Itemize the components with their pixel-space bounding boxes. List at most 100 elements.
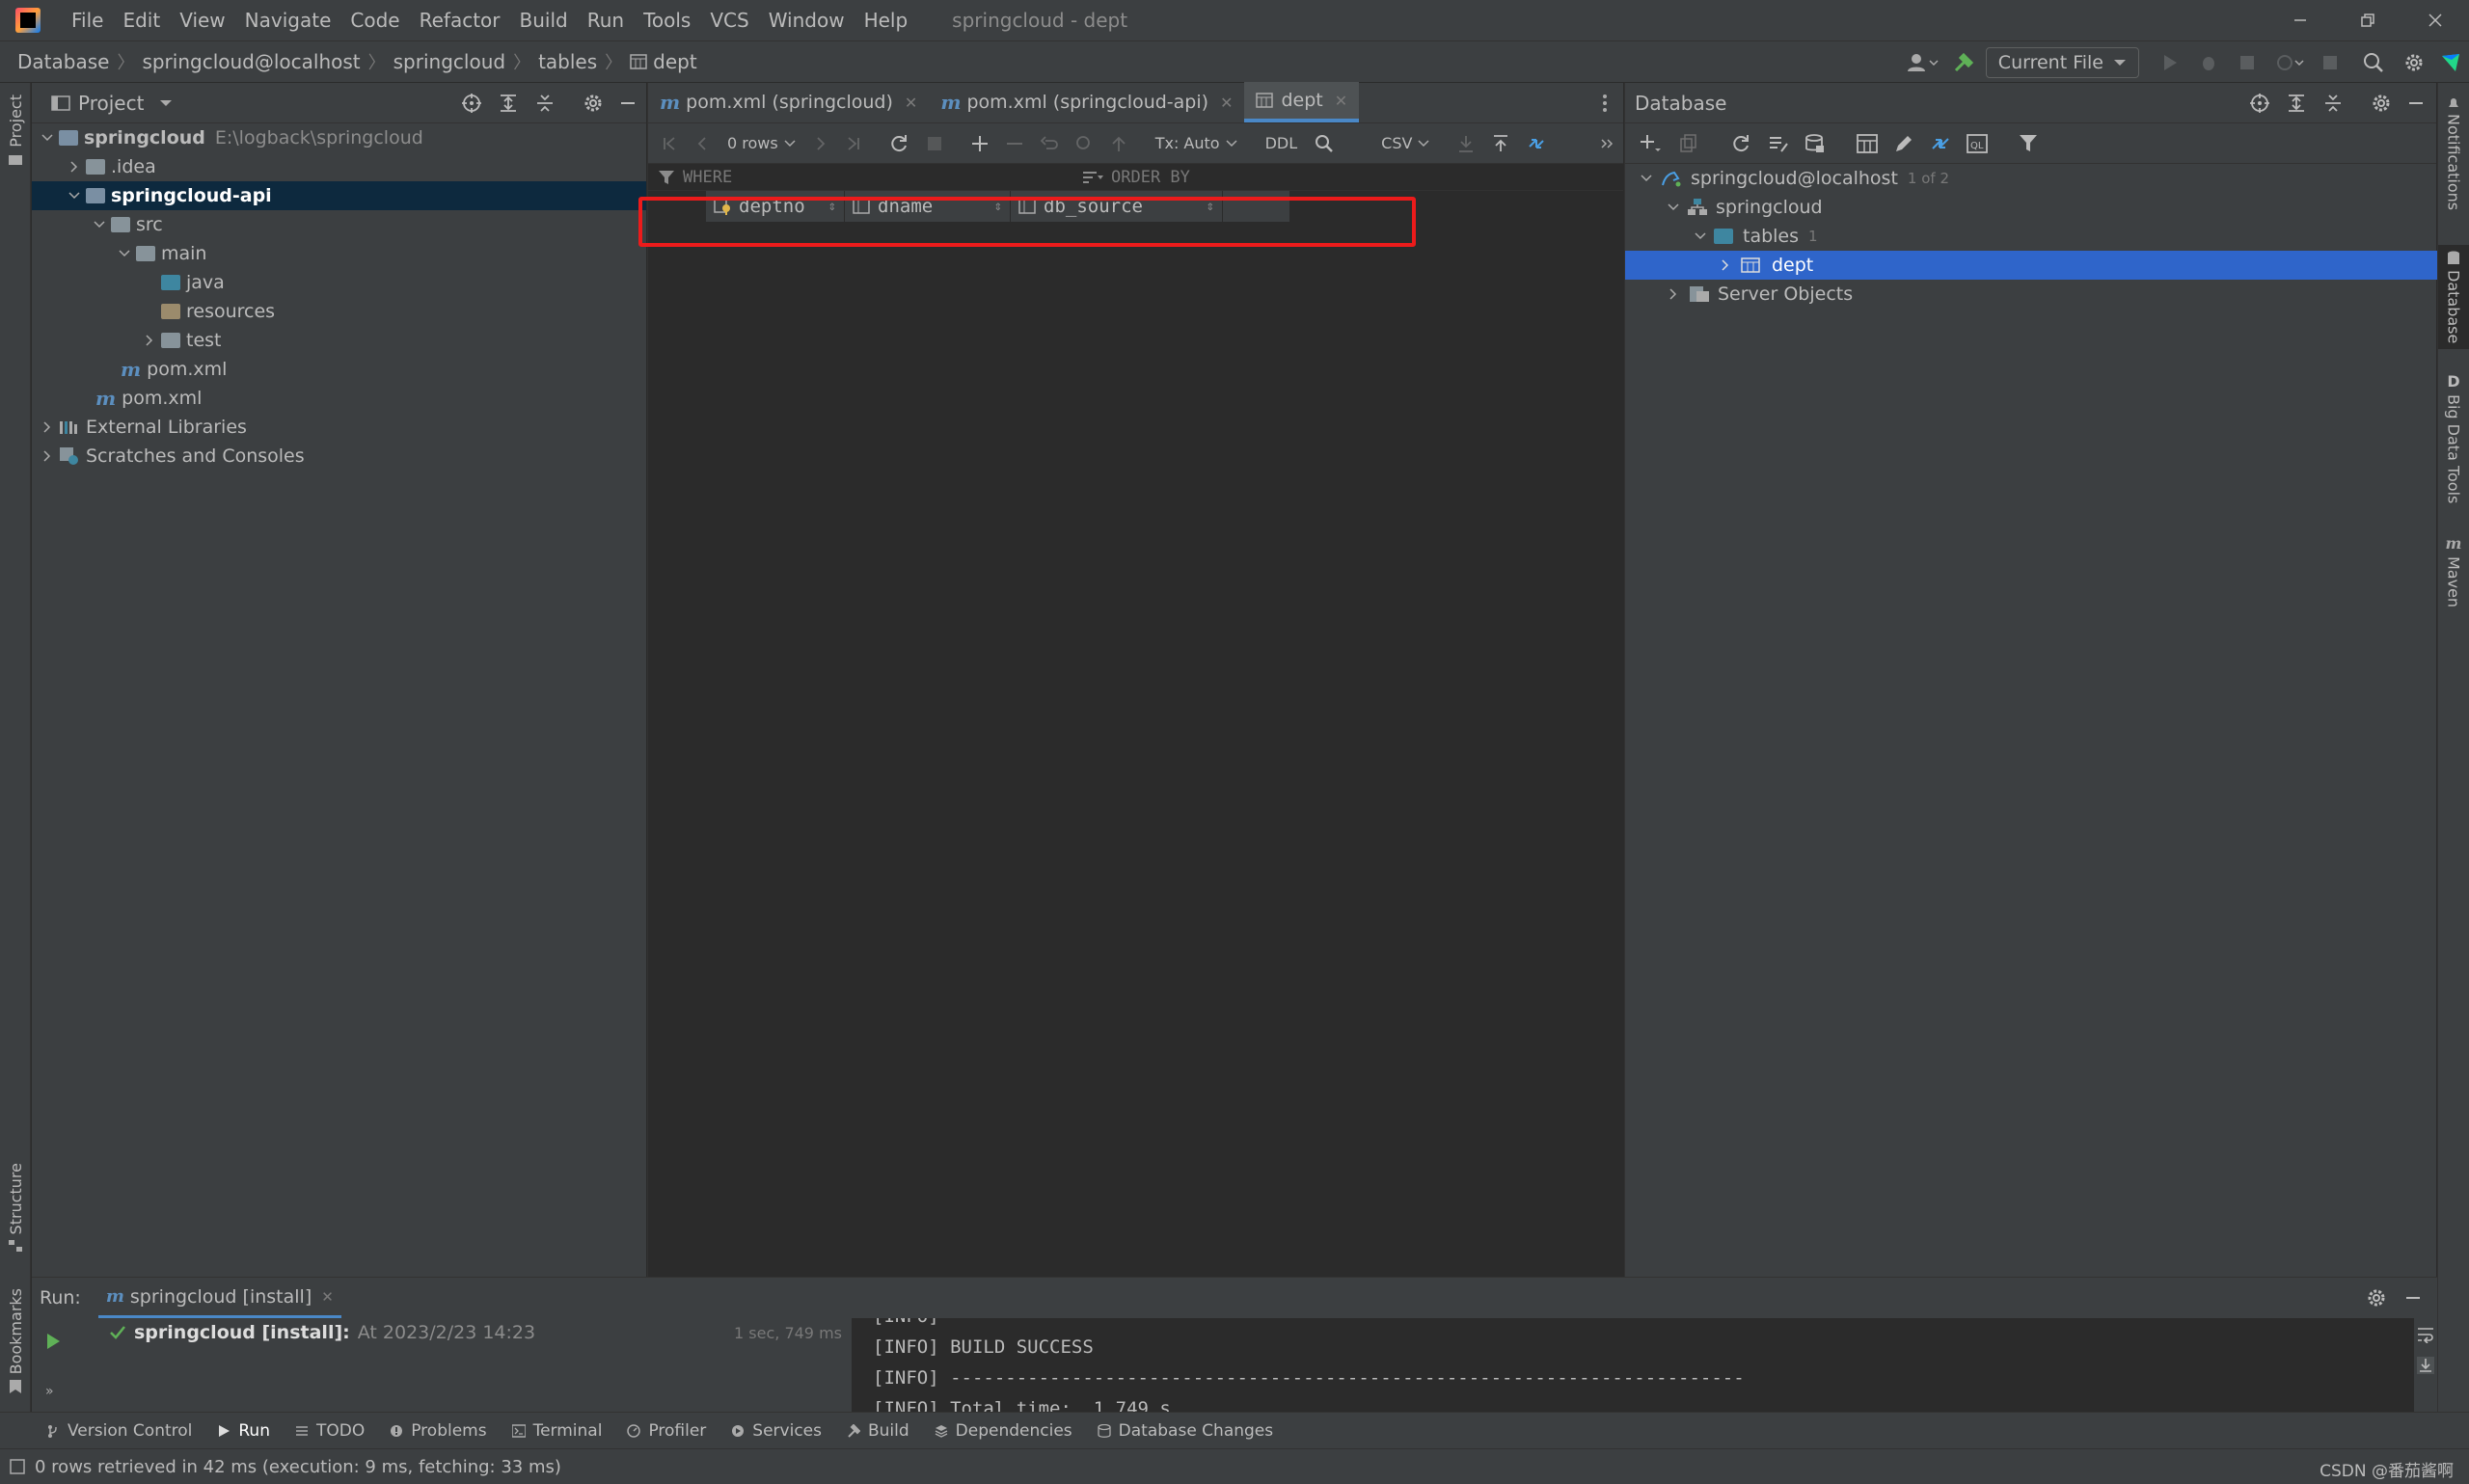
datasource-properties-icon[interactable] bbox=[1804, 133, 1826, 154]
chevron-right-icon[interactable] bbox=[67, 159, 82, 175]
table-view-icon[interactable] bbox=[1857, 133, 1878, 153]
breadcrumb-dept[interactable]: dept bbox=[630, 50, 697, 73]
chevron-right-icon[interactable] bbox=[1666, 286, 1681, 302]
project-panel-title[interactable]: Project bbox=[78, 92, 144, 115]
maven-tool-tab[interactable]: m Maven bbox=[2438, 534, 2469, 607]
profile-icon[interactable] bbox=[2276, 53, 2305, 72]
menu-code[interactable]: Code bbox=[340, 0, 409, 40]
menu-help[interactable]: Help bbox=[855, 0, 918, 40]
run-tab-springcloud-install[interactable]: m springcloud [install] ✕ bbox=[97, 1278, 341, 1318]
run-configuration-select[interactable]: Current File bbox=[1985, 47, 2139, 78]
rerun-icon[interactable] bbox=[43, 1332, 63, 1351]
tree-item-springcloud-api[interactable]: springcloud-api bbox=[32, 181, 646, 210]
delete-row-button[interactable] bbox=[1006, 135, 1023, 152]
tree-item-scratches[interactable]: Scratches and Consoles bbox=[32, 442, 646, 471]
search-icon[interactable] bbox=[2363, 52, 2384, 73]
export-button[interactable] bbox=[1492, 134, 1509, 152]
menu-edit[interactable]: Edit bbox=[113, 0, 170, 40]
more-options-icon[interactable] bbox=[1602, 93, 1608, 114]
compare-button[interactable] bbox=[1527, 134, 1546, 153]
db-tree-server-objects[interactable]: Server Objects bbox=[1625, 280, 2437, 309]
minimize-button[interactable] bbox=[2266, 0, 2334, 40]
jetbrains-toolbox-icon[interactable] bbox=[2440, 52, 2461, 73]
import-button[interactable] bbox=[1457, 135, 1475, 152]
gear-icon[interactable] bbox=[583, 93, 604, 114]
tree-item-api-pom[interactable]: m pom.xml bbox=[32, 355, 646, 384]
submit-button[interactable] bbox=[1110, 135, 1127, 152]
gear-icon[interactable] bbox=[2371, 93, 2392, 114]
gear-icon[interactable] bbox=[2403, 52, 2425, 73]
close-tab-icon[interactable]: ✕ bbox=[1220, 94, 1233, 112]
where-filter-input[interactable]: WHERE bbox=[648, 168, 1082, 187]
tool-tab-version-control[interactable]: Version Control bbox=[46, 1421, 192, 1441]
close-tab-icon[interactable]: ✕ bbox=[905, 94, 917, 112]
add-icon[interactable] bbox=[1639, 133, 1662, 154]
run-icon[interactable] bbox=[2160, 53, 2180, 72]
tree-item-main[interactable]: main bbox=[32, 239, 646, 268]
project-tool-tab[interactable]: Project bbox=[0, 94, 31, 165]
chevron-down-icon[interactable] bbox=[1666, 200, 1681, 215]
close-window-button[interactable] bbox=[2401, 0, 2469, 40]
copy-icon[interactable] bbox=[1679, 133, 1698, 153]
chevron-down-icon[interactable] bbox=[117, 246, 132, 261]
expand-all-icon[interactable] bbox=[2286, 93, 2307, 114]
hide-panel-icon[interactable] bbox=[2405, 93, 2427, 114]
previous-page-button[interactable] bbox=[694, 136, 710, 151]
notifications-tool-tab[interactable]: Notifications bbox=[2438, 96, 2469, 210]
chevron-down-icon[interactable] bbox=[92, 217, 107, 232]
structure-tool-tab[interactable]: Structure bbox=[0, 1163, 31, 1253]
tool-tab-terminal[interactable]: Terminal bbox=[511, 1421, 602, 1441]
menu-window[interactable]: Window bbox=[759, 0, 855, 40]
tool-tab-profiler[interactable]: Profiler bbox=[627, 1421, 706, 1441]
tree-item-src[interactable]: src bbox=[32, 210, 646, 239]
toolbar-overflow-button[interactable] bbox=[1600, 137, 1614, 150]
db-tree-schema[interactable]: springcloud bbox=[1625, 193, 2437, 222]
add-row-button[interactable] bbox=[971, 135, 989, 152]
menu-view[interactable]: View bbox=[170, 0, 234, 40]
build-hammer-icon[interactable] bbox=[1953, 52, 1974, 73]
big-data-tools-tab[interactable]: D Big Data Tools bbox=[2438, 372, 2469, 503]
db-tree-connection[interactable]: springcloud@localhost 1 of 2 bbox=[1625, 164, 2437, 193]
tree-item-java[interactable]: java bbox=[32, 268, 646, 297]
expand-all-icon[interactable] bbox=[498, 93, 519, 114]
chevron-right-icon[interactable] bbox=[1718, 257, 1733, 273]
jump-to-console-icon[interactable] bbox=[1930, 133, 1951, 154]
order-by-input[interactable]: ORDER BY bbox=[1082, 168, 1190, 187]
tool-tab-services[interactable]: Services bbox=[731, 1421, 822, 1441]
user-icon[interactable] bbox=[1907, 53, 1940, 72]
tab-dept[interactable]: dept ✕ bbox=[1244, 82, 1360, 122]
tab-pom-springcloud[interactable]: m pom.xml (springcloud) ✕ bbox=[648, 82, 929, 122]
first-page-button[interactable] bbox=[662, 136, 677, 151]
tool-tab-database-changes[interactable]: Database Changes bbox=[1098, 1421, 1273, 1441]
reload-button[interactable] bbox=[889, 134, 909, 153]
tree-item-test[interactable]: test bbox=[32, 326, 646, 355]
console-output[interactable]: [INFO] ---------------------------------… bbox=[852, 1318, 2414, 1413]
filter-icon[interactable] bbox=[2019, 134, 2038, 153]
locate-icon[interactable] bbox=[2249, 93, 2270, 114]
schema-settings-icon[interactable] bbox=[1768, 134, 1789, 153]
page-size-select[interactable]: 0 rows bbox=[727, 134, 796, 152]
tree-item-springcloud[interactable]: springcloud E:\logback\springcloud bbox=[32, 123, 646, 152]
tab-pom-springcloud-api[interactable]: m pom.xml (springcloud-api) ✕ bbox=[929, 82, 1244, 122]
db-tree-table-dept[interactable]: dept bbox=[1625, 251, 2437, 280]
next-page-button[interactable] bbox=[813, 136, 828, 151]
tool-tab-build[interactable]: Build bbox=[847, 1421, 909, 1441]
export-format-select[interactable]: CSV bbox=[1381, 134, 1429, 152]
menu-tools[interactable]: Tools bbox=[634, 0, 700, 40]
stop-icon[interactable] bbox=[2320, 53, 2340, 72]
db-tree-tables[interactable]: tables 1 bbox=[1625, 222, 2437, 251]
transaction-mode-select[interactable]: Tx: Auto bbox=[1155, 134, 1237, 152]
more-actions-icon[interactable]: » bbox=[45, 1384, 54, 1399]
chevron-down-icon[interactable] bbox=[159, 98, 173, 108]
tool-tab-todo[interactable]: TODO bbox=[295, 1421, 365, 1441]
chevron-down-icon[interactable] bbox=[40, 130, 55, 146]
menu-vcs[interactable]: VCS bbox=[700, 0, 758, 40]
hide-panel-icon[interactable] bbox=[617, 93, 638, 114]
close-tab-icon[interactable]: ✕ bbox=[321, 1288, 334, 1306]
refresh-icon[interactable] bbox=[1731, 134, 1750, 153]
tool-tab-dependencies[interactable]: Dependencies bbox=[935, 1421, 1072, 1441]
menu-refactor[interactable]: Refactor bbox=[410, 0, 510, 40]
bookmarks-tool-tab[interactable]: Bookmarks bbox=[0, 1288, 31, 1394]
preview-changes-button[interactable] bbox=[1075, 135, 1093, 152]
ddl-button[interactable]: DDL bbox=[1265, 134, 1298, 152]
